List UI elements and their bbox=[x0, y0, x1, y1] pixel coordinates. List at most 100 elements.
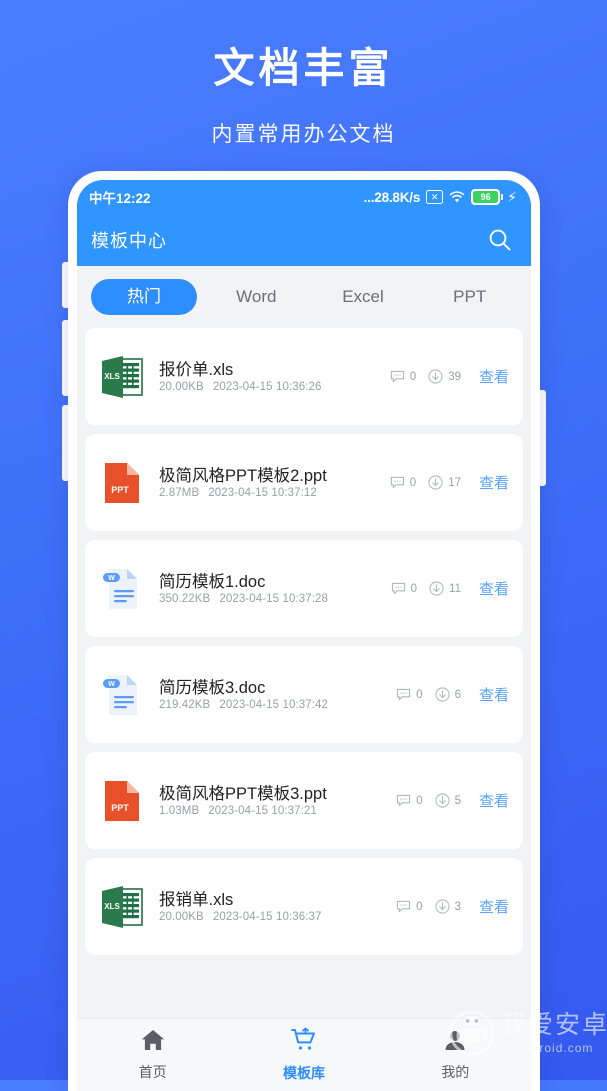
file-date: 2023-04-15 10:37:21 bbox=[208, 805, 317, 818]
download-count: 6 bbox=[454, 688, 461, 701]
file-stats: 0 11 bbox=[391, 581, 461, 596]
file-name: 简历模板3.doc bbox=[159, 678, 266, 697]
xls-file-icon: XLS bbox=[102, 355, 143, 398]
download-count: 11 bbox=[449, 582, 461, 595]
download-icon bbox=[428, 369, 443, 384]
view-button[interactable]: 查看 bbox=[475, 896, 509, 917]
doc-file-icon: W bbox=[103, 674, 137, 715]
comment-count: 0 bbox=[409, 370, 417, 383]
download-icon bbox=[428, 475, 443, 490]
file-meta: 2.87MB 2023-04-15 10:37:12 bbox=[159, 487, 390, 499]
file-size: 20.00KB bbox=[159, 911, 204, 924]
view-button[interactable]: 查看 bbox=[475, 684, 509, 705]
tab-hot[interactable]: 热门 bbox=[91, 278, 197, 316]
comment-icon bbox=[390, 370, 404, 383]
network-speed-label: ...28.8K/s bbox=[363, 189, 421, 205]
svg-text:XLS: XLS bbox=[104, 902, 120, 911]
download-count: 3 bbox=[454, 900, 461, 913]
file-size: 1.03MB bbox=[159, 805, 200, 818]
ppt-file-icon: PPT bbox=[105, 462, 139, 503]
file-stats: 03 bbox=[396, 899, 461, 914]
nav-item-template-library[interactable]: 模板库 bbox=[228, 1027, 379, 1083]
phone-screen: 中午12:22 ...28.8K/s ✕ 96 ⚡ 模板中心 热门 Word E… bbox=[77, 180, 531, 1091]
file-type-icon: XLS bbox=[101, 884, 143, 930]
file-date: 2023-04-15 10:37:28 bbox=[219, 593, 329, 606]
cart-icon bbox=[290, 1027, 315, 1050]
xls-file-icon: XLS bbox=[102, 885, 143, 928]
charging-bolt-icon: ⚡ bbox=[507, 189, 517, 205]
file-list-item[interactable]: XLS 报销单.xls 20.00KB 2023-04-15 10:36:37 0 3 查看 bbox=[85, 858, 523, 955]
comment-icon bbox=[390, 476, 404, 489]
file-type-icon: PPT bbox=[101, 778, 143, 824]
svg-text:W: W bbox=[108, 681, 115, 688]
comment-count: 0 bbox=[410, 582, 418, 595]
file-name: 简历模板1.doc bbox=[159, 572, 266, 591]
file-info: 报价单.xls 20.00KB 2023-04-15 10:36:26 bbox=[159, 360, 390, 393]
view-button[interactable]: 查看 bbox=[475, 472, 509, 493]
nav-item-home[interactable]: 首页 bbox=[77, 1028, 228, 1082]
comment-icon bbox=[391, 582, 405, 595]
file-name: 极简风格PPT模板3.ppt bbox=[159, 784, 327, 803]
tab-excel[interactable]: Excel bbox=[310, 279, 417, 315]
download-icon bbox=[435, 899, 450, 914]
file-info: 报销单.xls 20.00KB 2023-04-15 10:36:37 bbox=[159, 890, 396, 923]
tab-ppt[interactable]: PPT bbox=[416, 279, 523, 315]
category-tabs: 热门 Word Excel PPT bbox=[77, 266, 531, 328]
file-date: 2023-04-15 10:36:26 bbox=[212, 381, 322, 394]
download-count: 17 bbox=[448, 476, 461, 489]
comment-icon bbox=[397, 688, 411, 701]
search-icon[interactable] bbox=[487, 227, 513, 253]
file-info: 简历模板3.doc 219.42KB 2023-04-15 10:37:42 bbox=[159, 678, 396, 711]
comment-count: 0 bbox=[416, 794, 423, 807]
file-stats: 06 bbox=[396, 687, 461, 702]
view-button[interactable]: 查看 bbox=[475, 366, 509, 387]
file-type-icon: W bbox=[101, 672, 143, 718]
file-info: 极简风格PPT模板3.ppt 1.03MB 2023-04-15 10:37:21 bbox=[159, 784, 396, 817]
nav-label-template-library: 模板库 bbox=[282, 1065, 325, 1081]
comment-count: 0 bbox=[416, 688, 423, 701]
battery-level-label: 96 bbox=[480, 191, 491, 202]
file-size: 219.42KB bbox=[159, 699, 211, 712]
file-date: 2023-04-15 10:37:42 bbox=[219, 699, 329, 712]
download-icon bbox=[429, 581, 444, 596]
file-list: XLS 报价单.xls 20.00KB 2023-04-15 10:36:26 0 39 查… bbox=[77, 328, 531, 955]
promo-subtitle: 内置常用办公文档 bbox=[211, 123, 396, 146]
file-stats: 0 39 bbox=[390, 369, 461, 384]
file-list-item[interactable]: XLS 报价单.xls 20.00KB 2023-04-15 10:36:26 0 39 查… bbox=[85, 328, 523, 425]
file-meta: 20.00KB 2023-04-15 10:36:37 bbox=[159, 911, 396, 923]
file-meta: 350.22KB 2023-04-15 10:37:28 bbox=[159, 593, 391, 605]
file-type-icon: PPT bbox=[101, 460, 143, 506]
ppt-file-icon: PPT bbox=[105, 780, 139, 821]
tab-word[interactable]: Word bbox=[203, 279, 310, 315]
file-info: 简历模板1.doc 350.22KB 2023-04-15 10:37:28 bbox=[159, 572, 391, 605]
file-name: 极简风格PPT模板2.ppt bbox=[159, 466, 327, 485]
view-button[interactable]: 查看 bbox=[475, 578, 509, 599]
download-icon bbox=[435, 793, 450, 808]
svg-text:W: W bbox=[108, 575, 115, 582]
file-list-item[interactable]: PPT 极简风格PPT模板2.ppt 2.87MB 2023-04-15 10:37:… bbox=[85, 434, 523, 531]
file-type-icon: XLS bbox=[101, 354, 143, 400]
file-list-item[interactable]: PPT 极简风格PPT模板3.ppt 1.03MB 2023-04-15 10:37:… bbox=[85, 752, 523, 849]
download-count: 5 bbox=[454, 794, 461, 807]
nav-label-home: 首页 bbox=[138, 1064, 167, 1080]
nav-item-mine[interactable]: 我的 bbox=[380, 1028, 531, 1082]
battery-icon: 96 bbox=[471, 189, 503, 205]
wifi-icon bbox=[449, 190, 465, 204]
file-stats: 05 bbox=[396, 793, 461, 808]
promo-header: 文档丰富 内置常用办公文档 bbox=[0, 0, 607, 148]
file-stats: 0 17 bbox=[390, 475, 461, 490]
status-bar: 中午12:22 ...28.8K/s ✕ 96 ⚡ bbox=[77, 180, 531, 214]
view-button[interactable]: 查看 bbox=[475, 790, 509, 811]
file-size: 2.87MB bbox=[159, 487, 200, 500]
signal-x-icon: ✕ bbox=[426, 190, 444, 204]
file-date: 2023-04-15 10:36:37 bbox=[212, 911, 322, 924]
app-bar: 模板中心 bbox=[77, 214, 531, 266]
file-size: 20.00KB bbox=[159, 381, 204, 394]
file-date: 2023-04-15 10:37:12 bbox=[208, 487, 317, 500]
file-type-icon: W bbox=[101, 566, 143, 612]
file-name: 报价单.xls bbox=[159, 360, 234, 379]
file-list-item[interactable]: W 简历模板3.doc 219.42KB 2023-04-15 10:37:42 0 6 查… bbox=[85, 646, 523, 743]
file-meta: 1.03MB 2023-04-15 10:37:21 bbox=[159, 805, 396, 817]
file-list-item[interactable]: W 简历模板1.doc 350.22KB 2023-04-15 10:37:28 0 11… bbox=[85, 540, 523, 637]
status-time: 中午12:22 bbox=[89, 191, 151, 206]
